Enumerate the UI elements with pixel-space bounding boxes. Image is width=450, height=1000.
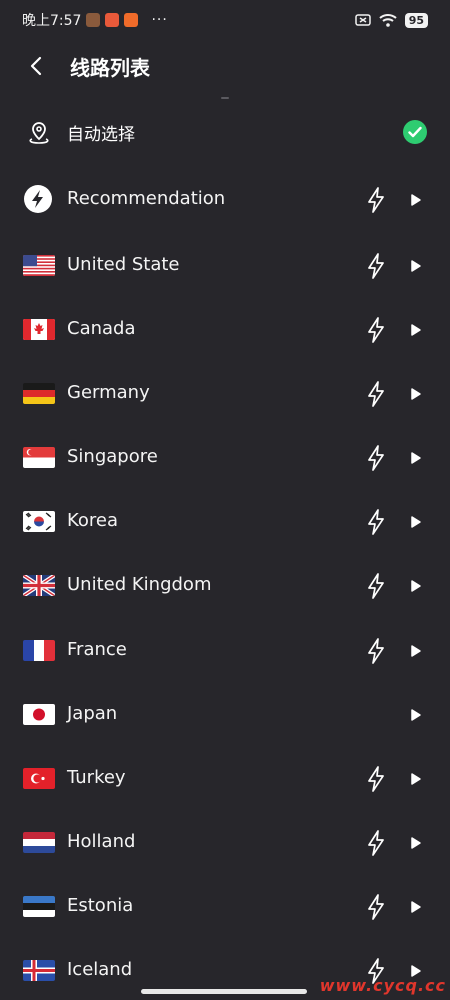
server-row-france[interactable]: France — [0, 624, 450, 680]
chevron-left-icon — [30, 56, 42, 76]
back-button[interactable] — [16, 46, 56, 86]
status-bar: 晚上7:57 ··· 95 — [0, 0, 450, 40]
more-notifications-icon: ··· — [151, 12, 168, 28]
lightning-icon — [368, 830, 384, 856]
lightning-icon — [368, 317, 384, 343]
server-label: Recommendation — [67, 188, 226, 209]
lightning-icon — [368, 509, 384, 535]
auto-select-label: 自动选择 — [67, 125, 135, 145]
server-label: Turkey — [67, 767, 126, 788]
lightning-icon — [368, 187, 384, 213]
play-icon[interactable] — [409, 578, 423, 594]
recommendation-icon — [24, 185, 52, 213]
server-label: Canada — [67, 318, 136, 339]
flag-de-icon — [23, 383, 55, 404]
server-row-holland[interactable]: Holland — [0, 816, 450, 872]
battery-indicator: 95 — [404, 12, 428, 28]
server-row-germany[interactable]: Germany — [0, 367, 450, 423]
flag-ca-icon — [23, 319, 55, 340]
app-notification-icon — [86, 13, 101, 27]
flag-sg-icon — [23, 447, 55, 468]
location-pin-icon — [29, 122, 49, 144]
flag-tr-icon — [23, 768, 55, 789]
server-row-united-state[interactable]: United State — [0, 239, 450, 295]
home-indicator[interactable] — [141, 989, 307, 994]
check-icon — [403, 120, 427, 144]
flag-is-icon — [23, 960, 55, 981]
lightning-icon — [368, 638, 384, 664]
scroll-indicator — [221, 97, 229, 99]
lightning-icon — [368, 573, 384, 599]
play-icon[interactable] — [409, 707, 423, 723]
sim-card-icon — [354, 14, 371, 26]
server-label: United State — [67, 254, 180, 275]
app-notification-icon — [105, 13, 120, 27]
server-label: Germany — [67, 382, 150, 403]
server-row-recommendation[interactable]: Recommendation — [0, 173, 450, 229]
auto-select-row[interactable]: 自动选择 — [0, 108, 450, 156]
play-icon[interactable] — [409, 643, 423, 659]
flag-ee-icon — [23, 896, 55, 917]
lightning-icon — [368, 445, 384, 471]
server-row-singapore[interactable]: Singapore — [0, 431, 450, 487]
page-title: 线路列表 — [70, 55, 150, 80]
wifi-icon — [379, 14, 397, 27]
server-row-turkey[interactable]: Turkey — [0, 752, 450, 808]
server-row-estonia[interactable]: Estonia — [0, 880, 450, 936]
status-time: 晚上7:57 — [22, 13, 82, 29]
lightning-icon — [368, 894, 384, 920]
play-icon[interactable] — [409, 450, 423, 466]
play-icon[interactable] — [409, 258, 423, 274]
server-label: Holland — [67, 831, 136, 852]
server-label: Estonia — [67, 895, 134, 916]
lightning-icon — [368, 381, 384, 407]
server-row-canada[interactable]: Canada — [0, 303, 450, 359]
play-icon[interactable] — [409, 899, 423, 915]
server-label: United Kingdom — [67, 574, 212, 595]
mi-notification-icon — [124, 13, 139, 27]
server-row-korea[interactable]: Korea — [0, 495, 450, 551]
server-label: Japan — [67, 703, 118, 724]
watermark: www.cycq.cc — [319, 976, 446, 995]
play-icon[interactable] — [409, 322, 423, 338]
server-label: Korea — [67, 510, 119, 531]
server-label: Singapore — [67, 446, 158, 467]
server-row-united-kingdom[interactable]: United Kingdom — [0, 559, 450, 615]
play-icon[interactable] — [409, 192, 423, 208]
lightning-icon — [368, 253, 384, 279]
lightning-icon — [368, 766, 384, 792]
flag-kr-icon — [23, 511, 55, 532]
server-label: France — [67, 639, 127, 660]
server-label: Iceland — [67, 959, 133, 980]
server-row-japan[interactable]: Japan — [0, 688, 450, 744]
header: 线路列表 — [0, 46, 450, 86]
flag-fr-icon — [23, 640, 55, 661]
flag-jp-icon — [23, 704, 55, 725]
play-icon[interactable] — [409, 771, 423, 787]
play-icon[interactable] — [409, 514, 423, 530]
flag-gb-icon — [23, 575, 55, 596]
play-icon[interactable] — [409, 835, 423, 851]
play-icon[interactable] — [409, 386, 423, 402]
flag-nl-icon — [23, 832, 55, 853]
flag-us-icon — [23, 255, 55, 276]
